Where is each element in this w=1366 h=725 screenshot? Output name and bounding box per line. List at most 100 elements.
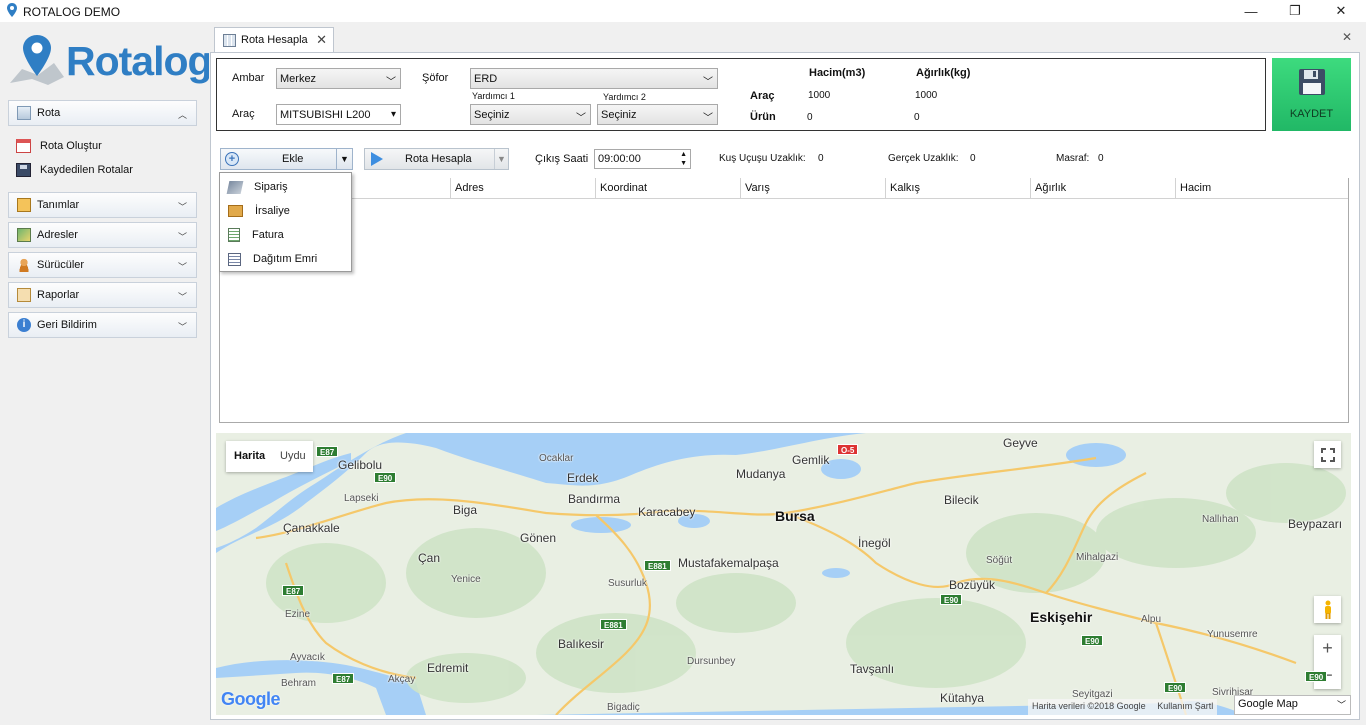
minimize-button[interactable]: — [1228, 0, 1274, 22]
sidebar-section-rota[interactable]: Rota ︿ [8, 100, 197, 126]
map-place-label: Sivrihisar [1212, 687, 1254, 698]
map-place-label: Behram [281, 678, 317, 689]
menu-item-fatura[interactable]: Fatura [220, 223, 351, 247]
grid-header-hacim[interactable]: Hacim [1176, 178, 1348, 199]
sidebar-item-label: Kaydedilen Rotalar [40, 164, 133, 176]
map-place-label: Susurluk [608, 578, 647, 589]
road-shield: E87 [282, 585, 305, 596]
ekle-dropdown-arrow-icon[interactable]: ▼ [336, 149, 352, 169]
yardimci1-value: Seçiniz [474, 108, 510, 121]
save-button[interactable]: KAYDET [1272, 58, 1351, 131]
yardimci1-select[interactable]: Seçiniz ﹀ [470, 104, 591, 125]
ekle-split-button[interactable]: + Ekle ▼ [220, 148, 353, 170]
grid-header-agirlik[interactable]: Ağırlık [1031, 178, 1176, 199]
calculator-icon [223, 33, 236, 47]
map-provider-select[interactable]: Google Map ﹀ [1234, 695, 1351, 715]
map-type-harita-button[interactable]: Harita [234, 450, 265, 462]
grid-header-varis[interactable]: Varış [741, 178, 886, 199]
play-icon [371, 152, 383, 166]
road-shield: E87 [316, 446, 339, 457]
app-icon [7, 3, 17, 17]
yardimci2-select[interactable]: Seçiniz ﹀ [597, 104, 718, 125]
maximize-button[interactable]: ❐ [1272, 0, 1318, 22]
sidebar-section-label: Rota [37, 107, 61, 119]
map-attribution: Harita verileri ©2018 Google Kullanım Şa… [1028, 699, 1218, 715]
menu-item-siparis[interactable]: Sipariş [220, 175, 351, 199]
clipboard-icon [17, 198, 31, 212]
menu-item-irsaliye[interactable]: İrsaliye [220, 199, 351, 223]
chevron-down-icon: ﹀ [177, 202, 187, 212]
map-place-label: Söğüt [986, 555, 1013, 566]
map-place-label: Kütahya [940, 691, 985, 705]
grid-header-kalkis[interactable]: Kalkış [886, 178, 1031, 199]
map-place-label: Bilecik [944, 493, 979, 507]
close-all-tabs-icon[interactable]: ✕ [1342, 30, 1352, 44]
map-place-label: Akçay [388, 674, 416, 685]
grid-header-adres[interactable]: Adres [451, 178, 596, 199]
summary-urun-label: Ürün [750, 111, 776, 123]
fullscreen-icon[interactable] [1314, 441, 1341, 468]
arac-label: Araç [232, 108, 255, 120]
map-place-label: Yenice [451, 574, 481, 585]
map-place-label: Seyitgazi [1072, 689, 1113, 700]
yardimci2-value: Seçiniz [601, 108, 637, 121]
map-place-label: Biga [453, 503, 478, 517]
map-view[interactable]: Harita Uydu + − Google Harita verileri ©… [216, 433, 1351, 715]
spin-arrows-icon[interactable]: ▲ ▼ [680, 150, 687, 168]
menu-item-label: Sipariş [254, 181, 288, 193]
menu-item-label: Fatura [252, 229, 284, 241]
chevron-down-icon: ﹀ [177, 262, 187, 272]
sidebar-item-kaydedilen-rotalar[interactable]: Kaydedilen Rotalar [16, 160, 133, 180]
street-view-pegman-icon[interactable] [1314, 596, 1341, 623]
ambar-value: Merkez [280, 72, 317, 85]
rotalog-logo-icon [10, 35, 64, 85]
zoom-in-button[interactable]: + [1322, 635, 1333, 662]
sidebar-section-geri-bildirim[interactable]: i Geri Bildirim ﹀ [8, 312, 197, 338]
chevron-down-icon: ﹀ [177, 322, 187, 332]
sidebar-item-rota-olustur[interactable]: Rota Oluştur [16, 136, 102, 156]
chevron-down-icon: ﹀ [177, 232, 187, 242]
yardimci2-label: Yardımcı 2 [603, 92, 646, 102]
title-bar: ROTALOG DEMO — ❐ ✕ [0, 0, 1366, 22]
route-stops-grid[interactable] [219, 178, 1349, 423]
sidebar-section-adresler[interactable]: Adresler ﹀ [8, 222, 197, 248]
grid-header-koordinat[interactable]: Koordinat [596, 178, 741, 199]
sofor-select[interactable]: ERD ﹀ [470, 68, 718, 89]
close-button[interactable]: ✕ [1318, 0, 1364, 22]
menu-item-dagitim-emri[interactable]: Dağıtım Emri [220, 247, 351, 271]
hacim-header: Hacim(m3) [809, 67, 866, 79]
sidebar-section-tanimlar[interactable]: Tanımlar ﹀ [8, 192, 197, 218]
road-shield: E881 [600, 619, 627, 630]
agirlik-header: Ağırlık(kg) [916, 67, 971, 79]
map-place-label: Ocaklar [539, 453, 574, 464]
rota-hesapla-button[interactable]: Rota Hesapla ▼ [364, 148, 509, 170]
ambar-select[interactable]: Merkez ﹀ [276, 68, 401, 89]
map-place-label: Çan [418, 551, 441, 565]
sidebar-section-raporlar[interactable]: Raporlar ﹀ [8, 282, 197, 308]
map-place-label: Çanakkale [283, 521, 340, 535]
road-shield: E87 [332, 673, 355, 684]
tab-rota-hesapla[interactable]: Rota Hesapla ✕ [214, 27, 334, 52]
cikis-saati-input[interactable]: 09:00:00 ▲ ▼ [594, 149, 691, 169]
rota-hesapla-label: Rota Hesapla [405, 153, 472, 165]
map-place-label: Lapseki [344, 493, 379, 504]
map-terms-link[interactable]: Kullanım Şartl [1157, 701, 1213, 711]
map-place-label: Mustafakemalpaşa [678, 556, 779, 570]
rota-hesapla-dropdown-arrow-icon[interactable]: ▼ [494, 149, 508, 169]
gercek-uzaklik-value: 0 [970, 153, 976, 164]
map-place-label: Balıkesir [558, 637, 605, 651]
map-type-uydu-button[interactable]: Uydu [280, 450, 306, 462]
urun-hacim-value: 0 [807, 112, 813, 123]
tab-close-icon[interactable]: ✕ [316, 32, 327, 48]
map-place-label: Karacabey [638, 505, 696, 519]
menu-item-label: İrsaliye [255, 205, 290, 217]
sidebar [0, 22, 207, 725]
sidebar-section-suruculer[interactable]: Sürücüler ﹀ [8, 252, 197, 278]
ambar-label: Ambar [232, 72, 265, 84]
map-place-label: Eskişehir [1030, 609, 1093, 625]
arac-select[interactable]: MITSUBISHI L200 ▾ [276, 104, 401, 125]
sofor-label: Şöfor [422, 72, 449, 84]
map-provider-value: Google Map [1238, 698, 1298, 710]
road-shield: E90 [1305, 671, 1328, 682]
ekle-dropdown-menu: Sipariş İrsaliye Fatura Dağıtım Emri [219, 172, 352, 272]
